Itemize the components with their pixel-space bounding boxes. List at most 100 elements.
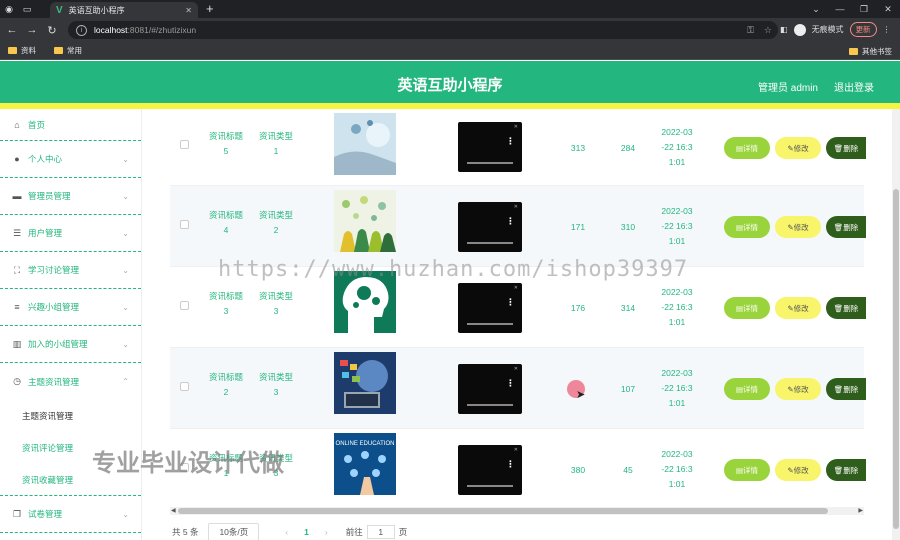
bookmark-folder-2[interactable]: 常用 [54,45,82,56]
close-tab-icon[interactable]: ✕ [185,6,192,15]
document-icon: ▤ [735,143,744,153]
update-button[interactable]: 更新 [849,22,877,37]
delete-button[interactable]: 🗑 删除 [826,459,866,481]
clock-icon: ◷ [13,376,21,386]
goto-label: 前往 [345,527,363,537]
next-page-icon[interactable]: › [325,527,328,537]
table-row: 资讯标题 4 资讯类型 2 ✕ ⋮ 171 310 2022-03 -22 16:3 1:… [170,186,866,267]
video-player[interactable]: ✕ ⋮ [458,122,522,172]
detail-button[interactable]: ▤ 详情 [724,216,770,238]
sidebar-item-admin[interactable]: ▬ 管理员管理 ⌄ [0,178,141,215]
folder-icon [849,48,858,55]
copy-icon: ❐ [12,508,22,519]
sidebar-item-news[interactable]: ◷ 主题资讯管理 ⌃ [0,363,141,400]
menu-icon: ≡ [14,302,20,312]
video-player[interactable]: ✕ ⋮ [458,283,522,333]
table-row: 资讯标题 2 资讯类型 3 ✕ ⋮ 107 2022-03 -22 16:3 1:01 ▤… [170,348,866,429]
row-checkbox[interactable] [180,140,189,149]
sidebar-item-groups[interactable]: ≡ 兴趣小组管理 ⌄ [0,289,141,326]
sidebar-item-users[interactable]: ☰ 用户管理 ⌄ [0,215,141,252]
total-count: 共 5 条 [172,527,199,537]
edit-button[interactable]: ✎ 修改 [775,216,821,238]
sidebar-toggle-icon[interactable]: ◧ [780,25,788,34]
forward-icon[interactable]: → [24,24,40,36]
edit-button[interactable]: ✎ 修改 [775,137,821,159]
browser-menu-icon[interactable]: ◉ [0,0,18,18]
delete-button[interactable]: 🗑 删除 [826,216,866,238]
chevron-down-icon: ⌄ [122,154,129,164]
site-info-icon[interactable]: i [76,24,87,36]
edit-button[interactable]: ✎ 修改 [775,297,821,319]
promo-overlay-text: 专业毕业设计代做 [92,450,284,477]
chevron-down-icon: ⌄ [122,509,129,519]
back-icon[interactable]: ← [4,24,20,36]
row-checkbox[interactable] [180,301,189,310]
vertical-scrollbar[interactable] [892,109,900,540]
trash-icon: 🗑 [833,222,844,232]
browser-tab-bar: ◉ ▭ V 英语互助小程序 ✕ + ⌄ — ❐ ✕ [0,0,900,18]
page-size-select[interactable]: 10条/页 [208,523,260,540]
reload-icon[interactable]: ↻ [44,24,60,37]
new-tab-icon[interactable]: + [206,1,214,16]
tab-title: 英语互助小程序 [68,5,125,15]
chevron-down-icon: ⌄ [122,191,129,201]
tab-switch-icon[interactable]: ▭ [18,0,36,18]
scroll-left-icon[interactable]: ◀ [171,507,176,514]
edit-button[interactable]: ✎ 修改 [775,459,821,481]
chevron-down-icon: ⌄ [122,228,129,238]
news-thumbnail [334,352,396,414]
more-icon[interactable]: ⋮ [883,25,891,34]
vue-logo-icon: V [56,4,63,16]
table-row: 资讯标题 5 资讯类型 1 ✕ ⋮ 313 284 2022-03 -22 16:3 1:… [170,105,866,186]
delete-button[interactable]: 🗑 删除 [826,297,866,319]
scroll-right-icon[interactable]: ▶ [858,507,863,514]
folder-icon [54,47,63,54]
card-icon: ▬ [12,191,22,201]
delete-button[interactable]: 🗑 删除 [826,378,866,400]
delete-button[interactable]: 🗑 删除 [826,137,866,159]
current-page[interactable]: 1 [304,527,309,537]
news-thumbnail [334,113,396,175]
browser-tab[interactable]: V 英语互助小程序 ✕ [50,2,198,18]
star-icon[interactable]: ☆ [764,25,772,36]
horizontal-scrollbar[interactable]: ◀ ▶ [170,507,864,515]
edit-button[interactable]: ✎ 修改 [775,378,821,400]
url-input[interactable]: i localhost :8081/#/zhutizixun ⚿ ☆ [68,21,778,39]
app-header: 英语互助小程序 管理员 admin 退出登录 [0,61,900,109]
video-player[interactable]: ✕ ⋮ [458,202,522,252]
list-icon: ☰ [12,227,22,238]
sidebar-item-home[interactable]: ⌂ 首页 [0,109,141,141]
document-icon: ▤ [735,465,744,475]
sidebar-subitem-news-manage[interactable]: 主题资讯管理 [0,400,141,432]
sidebar-item-joined-groups[interactable]: ▥ 加入的小组管理 ⌄ [0,326,141,363]
restore-icon[interactable]: ❐ [852,0,876,18]
chevron-down-icon[interactable]: ⌄ [804,0,828,18]
row-checkbox[interactable] [180,382,189,391]
sidebar-item-papers[interactable]: ❐ 试卷管理 ⌄ [0,496,141,533]
scrollbar-thumb[interactable] [893,189,899,529]
chart-icon: ▥ [12,338,22,349]
video-player[interactable]: ✕ ⋮ [458,364,522,414]
video-player[interactable]: ✕ ⋮ [458,445,522,495]
watermark-text: https://www.huzhan.com/ishop39397 [218,257,689,282]
news-thumbnail [334,190,396,252]
key-icon[interactable]: ⚿ [747,25,754,36]
detail-button[interactable]: ▤ 详情 [724,459,770,481]
bookmark-folder-1[interactable]: 资料 [8,45,36,56]
minimize-icon[interactable]: — [828,0,852,18]
goto-page-input[interactable]: 1 [366,525,395,539]
prev-page-icon[interactable]: ‹ [285,527,288,537]
row-checkbox[interactable] [180,220,189,229]
scrollbar-thumb[interactable] [178,508,828,514]
detail-button[interactable]: ▤ 详情 [724,378,770,400]
sidebar-item-discussion[interactable]: ⛶ 学习讨论管理 ⌄ [0,252,141,289]
trash-icon: 🗑 [833,143,844,153]
url-path: :8081/#/zhutizixun [127,25,197,35]
trash-icon: 🗑 [833,384,844,394]
detail-button[interactable]: ▤ 详情 [724,137,770,159]
other-bookmarks[interactable]: 其他书签 [849,46,892,57]
logout-link[interactable]: 退出登录 [834,79,874,94]
detail-button[interactable]: ▤ 详情 [724,297,770,319]
close-window-icon[interactable]: ✕ [876,0,900,18]
sidebar-item-personal[interactable]: ● 个人中心 ⌄ [0,141,141,178]
